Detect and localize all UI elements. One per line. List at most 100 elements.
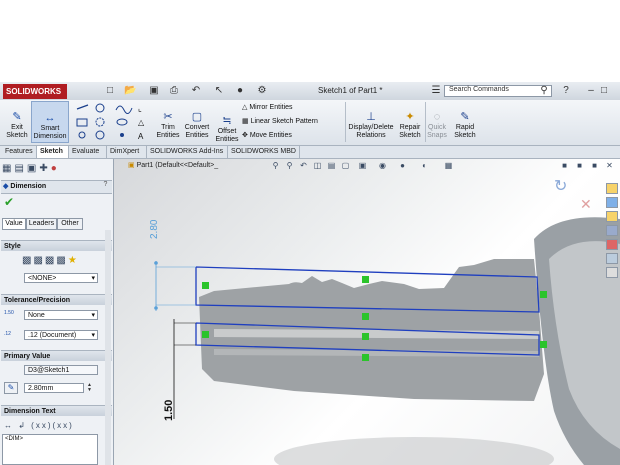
display-style-icon[interactable]: ▣ [358, 161, 367, 170]
value-spinner-icon[interactable]: ▲ ▼ [87, 383, 95, 393]
trim-entities-button[interactable]: ✂ Trim Entities [155, 103, 181, 140]
spline-tool-icon[interactable] [115, 105, 133, 114]
view-settings-icon[interactable]: ▦ [444, 161, 453, 170]
dimxpert-icon[interactable]: ✚ [39, 163, 50, 174]
dimension-value-1-50[interactable]: 1.50 [163, 400, 175, 421]
property-icon[interactable]: ▤ [14, 163, 26, 174]
subtab-value[interactable]: Value [2, 218, 26, 230]
forum-icon[interactable] [606, 267, 618, 278]
view-orientation-icon[interactable]: ▢ [341, 161, 350, 170]
mirror-entities-button[interactable]: △ Mirror Entities [242, 103, 342, 113]
feature-tree-icon[interactable]: ▦ [2, 163, 14, 174]
exit-sketch-button[interactable]: ✎ Exit Sketch [3, 103, 31, 140]
add-style-icon[interactable]: ▩ [33, 255, 44, 266]
vertical-relation-icon[interactable] [202, 282, 209, 289]
dimension-value-2-80[interactable]: 2.80 [149, 219, 160, 239]
linear-sketch-pattern-button[interactable]: ▦ Linear Sketch Pattern [242, 117, 342, 127]
slot-tool-icon[interactable] [78, 131, 86, 139]
dim-xx-icon[interactable]: (xx) [31, 421, 52, 430]
dynamic-annotation-icon[interactable]: ▤ [327, 161, 336, 170]
zoom-to-fit-icon[interactable]: ⚲ [271, 161, 280, 170]
tab-solidworks-mbd[interactable]: SOLIDWORKS MBD [228, 146, 300, 158]
style-section-header[interactable]: Style« [1, 240, 112, 251]
arrow-handle-icon[interactable] [154, 306, 158, 310]
minimize-icon[interactable]: – [585, 85, 597, 97]
tab-sketch[interactable]: Sketch [37, 146, 69, 158]
undo-icon[interactable]: ↶ [190, 85, 202, 97]
tab-dimxpert[interactable]: DimXpert [107, 146, 147, 158]
text-tool-icon[interactable]: A [138, 132, 144, 141]
rectangle-tool-icon[interactable] [76, 118, 88, 127]
tab-evaluate[interactable]: Evaluate [69, 146, 107, 158]
convert-entities-button[interactable]: ▢ Convert Entities [183, 103, 211, 140]
apply-style-icon[interactable]: ▩ [22, 255, 33, 266]
view-palette-icon[interactable] [606, 225, 618, 236]
help-icon[interactable]: ? [560, 85, 572, 97]
rebuild-icon[interactable]: ● [234, 85, 246, 97]
tolerance-section-header[interactable]: Tolerance/Precision« [1, 294, 112, 305]
appearance-icon[interactable]: ● [51, 163, 60, 174]
viewport-close-icon[interactable]: ✕ [605, 161, 614, 170]
repair-sketch-button[interactable]: ✦ Repair Sketch [397, 103, 423, 140]
config-icon[interactable]: ▣ [27, 163, 39, 174]
horizontal-relation-icon[interactable] [362, 333, 369, 340]
open-icon[interactable]: 📂 [124, 85, 136, 97]
fillet-tool-icon[interactable]: ⌞ [138, 104, 142, 113]
point-tool-icon[interactable] [120, 133, 124, 137]
dim-symbol-icon[interactable]: ↔ [4, 421, 14, 430]
precision-dropdown[interactable]: .12 (Document) ▾ [24, 330, 98, 340]
line-tool-icon[interactable] [76, 104, 89, 110]
delete-style-icon[interactable]: ▩ [45, 255, 56, 266]
move-entities-button[interactable]: ✥ Move Entities [242, 131, 342, 141]
custom-properties-icon[interactable] [606, 253, 618, 264]
arc-tool-icon[interactable] [95, 117, 105, 127]
section-view-icon[interactable]: ◫ [313, 161, 322, 170]
override-value-icon[interactable]: ✎ [4, 382, 18, 394]
zoom-area-icon[interactable]: ⚲ [285, 161, 294, 170]
subtab-leaders[interactable]: Leaders [26, 218, 57, 230]
arrow-handle-icon[interactable] [154, 261, 158, 265]
subtab-other[interactable]: Other [57, 218, 83, 230]
cancel-corner-icon[interactable]: ✕ [580, 197, 592, 213]
dim-xx2-icon[interactable]: (xx) [53, 421, 74, 430]
restore-icon[interactable]: □ [598, 85, 610, 97]
help-search-icon[interactable]: ☰ [430, 85, 442, 97]
solidworks-logo[interactable]: SOLIDWORKS [3, 84, 67, 99]
horizontal-relation-icon[interactable] [362, 354, 369, 361]
confirm-corner-icon[interactable]: ↻ [554, 176, 567, 195]
primary-value-section-header[interactable]: Primary Value« [1, 350, 112, 361]
new-icon[interactable]: □ [104, 85, 116, 97]
ok-checkmark-icon[interactable]: ✔ [4, 196, 14, 208]
tolerance-type-dropdown[interactable]: None ▾ [24, 310, 98, 320]
tab-features[interactable]: Features [2, 146, 37, 158]
viewport-minimize-icon[interactable]: ■ [560, 161, 569, 170]
vertical-relation-icon[interactable] [202, 331, 209, 338]
select-icon[interactable]: ↖ [213, 85, 225, 97]
ellipse-tool-icon[interactable] [116, 118, 128, 126]
rapid-sketch-button[interactable]: ✎ Rapid Sketch [452, 103, 478, 140]
offset-entities-button[interactable]: ≒ Offset Entities [213, 103, 241, 144]
vertical-relation-icon[interactable] [540, 291, 547, 298]
edit-appearance-icon[interactable]: ● [398, 161, 407, 170]
vertical-relation-icon[interactable] [540, 341, 547, 348]
print-icon[interactable]: ⎙ [168, 85, 180, 97]
style-dropdown[interactable]: <NONE> ▾ [24, 273, 98, 283]
viewport-restore-icon[interactable]: ■ [575, 161, 584, 170]
scene-icon[interactable]: ◐ [420, 161, 429, 170]
polygon-tool-icon[interactable] [95, 130, 105, 140]
smart-dimension-button[interactable]: ↔ Smart Dimension [31, 101, 69, 143]
horizontal-relation-icon[interactable] [362, 276, 369, 283]
viewport-maximize-icon[interactable]: ■ [590, 161, 599, 170]
options-icon[interactable]: ⚙ [256, 85, 268, 97]
dimension-text-section-header[interactable]: Dimension Text« [1, 405, 112, 416]
save-style-icon[interactable]: ▩ [56, 255, 67, 266]
dimension-name-field[interactable]: D3@Sketch1 [24, 365, 98, 375]
dimension-text-field[interactable]: <DIM> [2, 434, 98, 465]
search-icon[interactable]: ⚲ [538, 85, 550, 97]
appearances-icon[interactable] [606, 239, 618, 250]
feature-tree-flyout[interactable]: ▣ Part1 (Default<<Default>_ [128, 161, 308, 171]
load-style-icon[interactable]: ★ [68, 255, 79, 266]
tab-solidworks-addins[interactable]: SOLIDWORKS Add-Ins [147, 146, 228, 158]
design-library-icon[interactable] [606, 197, 618, 208]
panel-scrollbar[interactable] [105, 230, 111, 465]
